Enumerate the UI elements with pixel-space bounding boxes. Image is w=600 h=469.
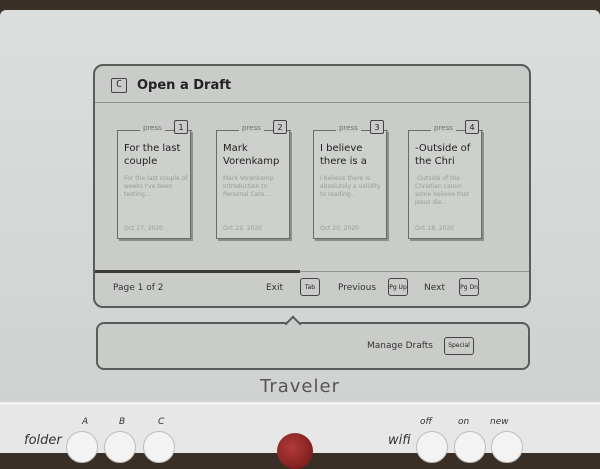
key-b-label: B (119, 417, 126, 427)
press-hint: press (140, 124, 165, 132)
draft-list: press 1 For the last couple For the last… (95, 120, 529, 260)
draft-title: Mark Vorenkamp (223, 143, 280, 167)
press-hint: press (336, 124, 361, 132)
device-body: C Open a Draft press 1 For the last coup… (0, 10, 600, 410)
page-indicator: Page 1 of 2 (113, 283, 164, 293)
draft-title: I believe there is a (320, 143, 367, 167)
press-hint: press (431, 124, 456, 132)
draft-date: Oct 20, 2020 (320, 225, 359, 232)
draft-date: Oct 27, 2020 (124, 225, 163, 232)
tab-key[interactable]: Tab (300, 278, 320, 296)
brand-name: Traveler (260, 376, 340, 397)
draft-preview: -Outside of the Christian canon some bel… (415, 175, 470, 206)
exit-button[interactable]: Exit (266, 283, 283, 293)
page-up-key[interactable]: Pg Up (388, 278, 408, 296)
draft-number-key: 4 (465, 120, 479, 134)
draft-date: Oct 22, 2020 (223, 225, 262, 232)
key-a-label: A (82, 417, 89, 427)
draft-title: For the last couple (124, 143, 181, 167)
new-label: new (490, 417, 509, 427)
page-progress-bar (95, 270, 300, 273)
next-button[interactable]: Next (424, 283, 445, 293)
screen-notch (284, 315, 302, 333)
new-key[interactable] (491, 431, 523, 463)
wifi-label: wifi (388, 433, 411, 448)
page-down-key[interactable]: Pg Dn (459, 278, 479, 296)
screen-header: C Open a Draft (95, 66, 529, 103)
previous-button[interactable]: Previous (338, 283, 376, 293)
draft-number-key: 1 (174, 120, 188, 134)
folder-icon: C (111, 78, 127, 93)
power-button[interactable] (277, 433, 313, 469)
press-hint: press (239, 124, 264, 132)
draft-number-key: 2 (273, 120, 287, 134)
on-label: on (458, 417, 470, 427)
draft-preview: For the last couple of weeks I've been t… (124, 175, 188, 198)
keyboard-strip: folder A B C wifi off on new (0, 402, 600, 469)
draft-card-2[interactable]: press 2 Mark Vorenkamp Mark Vorenkamp In… (215, 120, 291, 239)
draft-card-4[interactable]: press 4 -Outside of the Chri -Outside of… (407, 120, 483, 239)
draft-preview: I believe there is absolutely a validity… (320, 175, 381, 198)
key-c[interactable] (143, 431, 175, 463)
page-title: Open a Draft (137, 78, 232, 93)
key-a[interactable] (66, 431, 98, 463)
manage-drafts-button[interactable]: Manage Drafts (367, 341, 433, 351)
screen-footer: Page 1 of 2 Exit Tab Previous Pg Up Next… (95, 270, 529, 306)
draft-preview: Mark Vorenkamp Introduction to Personal … (223, 175, 274, 198)
key-c-label: C (158, 417, 165, 427)
draft-title: -Outside of the Chri (415, 143, 471, 167)
eink-screen: C Open a Draft press 1 For the last coup… (93, 64, 531, 308)
draft-number-key: 3 (370, 120, 384, 134)
off-label: off (420, 417, 433, 427)
wifi-on-key[interactable] (454, 431, 486, 463)
secondary-screen: Manage Drafts Special (96, 315, 530, 370)
draft-date: Oct 18, 2020 (415, 225, 454, 232)
draft-card-3[interactable]: press 3 I believe there is a I believe t… (312, 120, 388, 239)
folder-label: folder (24, 433, 62, 448)
key-b[interactable] (104, 431, 136, 463)
special-key[interactable]: Special (444, 337, 474, 355)
wifi-off-key[interactable] (416, 431, 448, 463)
draft-card-1[interactable]: press 1 For the last couple For the last… (116, 120, 192, 239)
